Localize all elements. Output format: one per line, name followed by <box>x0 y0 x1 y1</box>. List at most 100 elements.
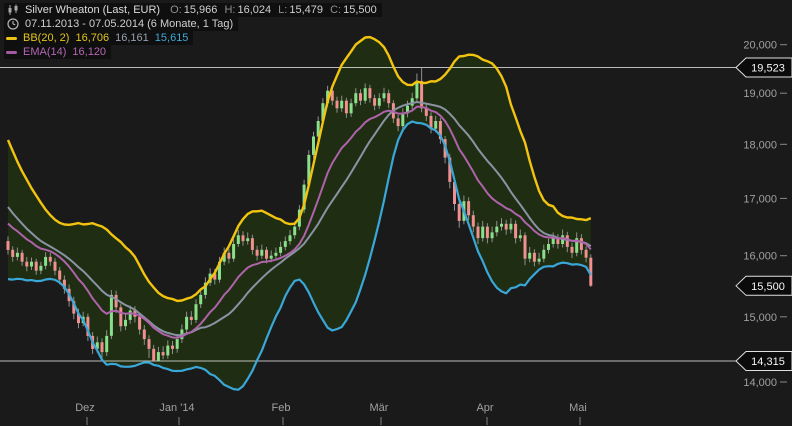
open-value: 15,966 <box>184 4 218 16</box>
candle-down <box>148 339 151 349</box>
candle-down <box>242 235 245 241</box>
candle-down <box>265 250 268 259</box>
period-low-marker-tag: 14,315 <box>736 352 792 371</box>
candle-up <box>350 103 353 113</box>
candle-up <box>378 98 381 106</box>
candle-up <box>157 352 160 361</box>
candle-down <box>387 93 390 103</box>
price-tag-value: 19,523 <box>751 63 785 75</box>
candle-up <box>124 320 127 326</box>
legend-ema-row: EMA(14) 16,120 <box>4 45 111 59</box>
candle-up <box>30 262 33 267</box>
y-axis-label: 19,000 <box>743 88 777 100</box>
instrument-title: Silver Wheaton (Last, EUR) <box>25 3 160 17</box>
candle-down <box>359 93 362 101</box>
legend-title-row: Silver Wheaton (Last, EUR) O:15,966 H:16… <box>4 3 382 17</box>
candle-down <box>514 224 517 238</box>
candle-down <box>35 262 38 271</box>
low-value: 15,479 <box>289 4 323 16</box>
candle-down <box>580 238 583 250</box>
candle-down <box>162 352 165 355</box>
candle-down <box>256 250 259 256</box>
candle-up <box>195 304 198 320</box>
candle-up <box>260 250 263 256</box>
candle-down <box>533 253 536 262</box>
candle-up <box>340 101 343 109</box>
candle-down <box>336 101 339 109</box>
candle-up <box>434 121 437 129</box>
candle-up <box>289 235 292 241</box>
candle-down <box>101 342 104 352</box>
chart-legend: Silver Wheaton (Last, EUR) O:15,966 H:16… <box>4 3 382 59</box>
candle-up <box>39 266 42 271</box>
price-tag-value: 14,315 <box>751 356 785 368</box>
candle-down <box>11 250 14 257</box>
legend-period-row: 07.11.2013 - 07.05.2014 (6 Monate, 1 Tag… <box>4 17 238 31</box>
candle-up <box>176 339 179 349</box>
candle-up <box>547 244 550 250</box>
y-axis-label: 15,000 <box>743 312 777 324</box>
price-tag-value: 15,500 <box>751 281 785 293</box>
candle-up <box>110 295 113 336</box>
close-value: 15,500 <box>343 4 377 16</box>
last-price-marker-tag: 15,500 <box>736 276 792 295</box>
ema-color-swatch <box>6 51 17 54</box>
candle-up <box>293 227 296 236</box>
candle-down <box>477 227 480 239</box>
bb-label: BB(20, 2) <box>23 31 69 45</box>
candle-down <box>21 253 24 262</box>
candle-down <box>119 307 122 326</box>
candle-down <box>397 118 400 126</box>
candle-down <box>345 101 348 114</box>
bb-lower-value: 15,615 <box>155 31 189 45</box>
candle-up <box>270 256 273 259</box>
candle-up <box>232 244 235 259</box>
candle-down <box>190 317 193 320</box>
chart-canvas[interactable]: 20,00019,00018,00017,00016,00015,00014,0… <box>0 0 792 426</box>
y-axis-label: 20,000 <box>743 40 777 52</box>
y-axis-label: 16,000 <box>743 251 777 263</box>
candle-down <box>467 201 470 215</box>
candle-up <box>312 137 315 155</box>
date-range: 07.11.2013 - 07.05.2014 (6 Monate, 1 Tag… <box>25 17 233 31</box>
high-label: H: <box>224 4 235 16</box>
candle-down <box>58 271 61 280</box>
candle-up <box>491 232 494 238</box>
candle-up <box>354 93 357 103</box>
candle-down <box>54 262 57 271</box>
candle-up <box>538 259 541 262</box>
candle-up <box>166 346 169 356</box>
candle-down <box>251 238 254 250</box>
candle-down <box>7 241 10 250</box>
candle-down <box>368 88 371 98</box>
candle-up <box>401 113 404 126</box>
x-axis-label: Mai <box>569 402 587 414</box>
x-axis-label: Mär <box>370 402 389 414</box>
candle-down <box>143 330 146 340</box>
candlestick-chart-icon <box>6 4 19 17</box>
clock-icon <box>6 18 19 31</box>
x-axis-label: Dez <box>75 402 95 414</box>
period-high-marker-tag: 19,523 <box>736 58 792 77</box>
candle-down <box>227 253 230 259</box>
candle-down <box>49 257 52 262</box>
candle-down <box>505 224 508 230</box>
ema-label: EMA(14) <box>23 45 66 59</box>
candle-down <box>373 98 376 106</box>
candle-down <box>115 295 118 307</box>
candle-up <box>185 317 188 330</box>
candle-down <box>524 235 527 258</box>
candle-down <box>472 215 475 226</box>
ema-value: 16,120 <box>72 45 106 59</box>
low-label: L: <box>278 4 287 16</box>
candle-down <box>571 247 574 253</box>
candle-up <box>509 224 512 230</box>
candle-down <box>25 262 28 267</box>
open-label: O: <box>170 4 182 16</box>
high-value: 16,024 <box>237 4 271 16</box>
candle-up <box>44 257 47 266</box>
candle-up <box>16 253 19 257</box>
candle-up <box>105 336 108 352</box>
x-axis-label: Feb <box>272 402 291 414</box>
candle-up <box>383 93 386 98</box>
